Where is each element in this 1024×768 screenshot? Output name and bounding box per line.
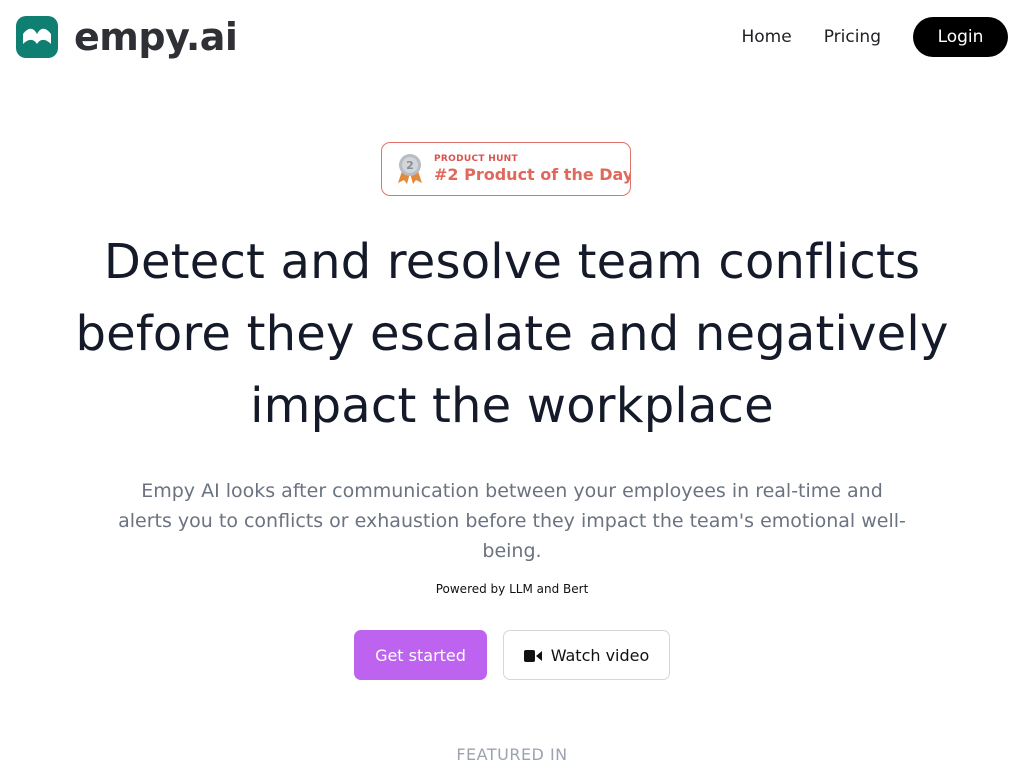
nav-pricing-link[interactable]: Pricing: [824, 17, 881, 57]
open-book-icon: [16, 16, 58, 58]
watch-video-button[interactable]: Watch video: [503, 630, 670, 680]
svg-text:2: 2: [406, 159, 414, 172]
badge-text-group: PRODUCT HUNT #2 Product of the Day: [434, 153, 631, 185]
hero-title-line: Detect and resolve team conflicts: [103, 234, 921, 290]
medal-icon: 2: [396, 153, 424, 185]
watch-video-label: Watch video: [550, 645, 650, 665]
top-nav: Home Pricing Login: [741, 17, 1008, 57]
login-button[interactable]: Login: [913, 17, 1008, 57]
hero-title-line: impact the workplace: [250, 378, 774, 434]
site-header: empy.ai Home Pricing Login: [0, 0, 1024, 74]
video-camera-icon: [523, 648, 542, 662]
brand-name: empy.ai: [74, 15, 238, 59]
hero-subtitle: Empy AI looks after communication betwee…: [118, 480, 906, 562]
hero-title-line: before they escalate and negatively: [75, 306, 949, 362]
get-started-button[interactable]: Get started: [354, 630, 487, 680]
powered-by-text: Powered by LLM and Bert: [435, 582, 589, 596]
featured-in-heading: FEATURED IN: [456, 745, 568, 764]
brand-logo-link[interactable]: empy.ai: [16, 15, 238, 59]
badge-eyebrow: PRODUCT HUNT: [434, 154, 518, 164]
badge-title: #2 Product of the Day: [434, 165, 631, 184]
hero-title: Detect and resolve team conflicts before…: [0, 226, 1024, 442]
nav-home-link[interactable]: Home: [741, 17, 791, 57]
product-hunt-badge[interactable]: 2 PRODUCT HUNT #2 Product of the Day: [381, 142, 631, 196]
